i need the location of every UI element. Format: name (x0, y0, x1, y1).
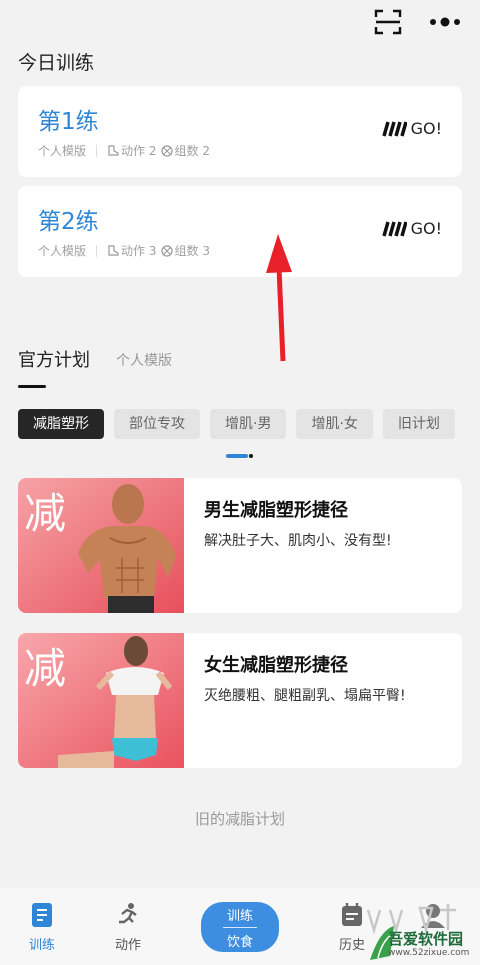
action-value: 3 (148, 243, 157, 258)
action-value: 2 (148, 143, 157, 158)
sets-label: 组数 (174, 144, 199, 158)
nav-action-label: 动作 (114, 938, 141, 953)
tab-personal-templates[interactable]: 个人模版 (116, 350, 172, 372)
shoe-icon (108, 144, 119, 156)
plan-description: 解决肚子大、肌肉小、没有型! (204, 533, 392, 549)
plan-title: 女生减脂塑形捷径 (204, 655, 348, 676)
watermark-url: www.52zixue.com (388, 948, 470, 958)
workout-title: 第1练 (38, 109, 99, 135)
plan-thumbnail-male: 减 (18, 478, 184, 613)
plan-card-female[interactable]: 减 女生减脂塑形捷径 灭绝腰粗、腿粗副乳、塌扁平臀! (18, 633, 462, 768)
workout-meta: 个人模版 动作 3 组数 3 (38, 242, 214, 259)
center-button-bottom: 饮食 (226, 934, 253, 950)
today-training-title: 今日训练 (18, 52, 95, 74)
tab-active-indicator (18, 385, 46, 388)
action-label: 动作 (121, 144, 146, 158)
workout-source: 个人模版 (38, 144, 87, 158)
workout-meta: 个人模版 动作 2 组数 2 (38, 142, 214, 159)
workout-card-1[interactable]: 第1练 个人模版 动作 2 组数 2 GO! (18, 86, 462, 177)
action-count: 动作 2 (107, 142, 157, 159)
document-icon (32, 903, 52, 927)
sets-count: 组数 3 (160, 242, 210, 259)
go-button[interactable]: GO! (381, 219, 442, 238)
tab-official-plans[interactable]: 官方计划 (18, 346, 90, 372)
scan-icon[interactable] (374, 8, 402, 36)
workout-title: 第2练 (38, 209, 99, 235)
category-chips: 减脂塑形 部位专攻 增肌·男 增肌·女 旧计划 (18, 409, 462, 439)
top-bar (0, 0, 480, 44)
sets-label: 组数 (174, 244, 199, 258)
nav-action[interactable]: 动作 (98, 888, 158, 953)
nav-train-diet-button[interactable]: 训练 饮食 (201, 902, 279, 952)
ball-icon (160, 144, 173, 157)
plan-thumb-text: 减 (24, 489, 66, 538)
go-button[interactable]: GO! (381, 119, 442, 138)
go-label: GO! (410, 219, 442, 238)
plan-thumb-text: 减 (24, 644, 66, 693)
more-icon[interactable] (428, 14, 462, 30)
plan-card-male[interactable]: 减 男生减脂塑形捷径 解决肚子大、肌肉小、没有型! (18, 478, 462, 613)
running-icon (119, 903, 137, 924)
workout-card-2[interactable]: 第2练 个人模版 动作 3 组数 3 GO! (18, 186, 462, 277)
nav-train[interactable]: 训练 (12, 888, 72, 953)
ball-icon (160, 244, 173, 257)
chip-muscle-female[interactable]: 增肌·女 (296, 409, 373, 439)
dumbbell-icon (381, 221, 407, 236)
shoe-icon (108, 244, 119, 256)
plan-title: 男生减脂塑形捷径 (204, 500, 348, 521)
workout-source: 个人模版 (38, 244, 87, 258)
nav-train-label: 训练 (28, 938, 55, 953)
sets-value: 2 (202, 143, 210, 158)
action-label: 动作 (121, 244, 146, 258)
go-label: GO! (410, 119, 442, 138)
sets-value: 3 (202, 243, 210, 258)
dumbbell-icon (381, 121, 407, 136)
chip-body-part[interactable]: 部位专攻 (114, 409, 200, 439)
plan-thumbnail-female: 减 (18, 633, 184, 768)
chip-old-plans[interactable]: 旧计划 (382, 409, 455, 439)
action-count: 动作 3 (107, 242, 157, 259)
sets-count: 组数 2 (160, 142, 210, 159)
chip-scroll-indicator (226, 454, 254, 458)
watermark-name: 吾爱软件园 (388, 930, 464, 948)
center-button-top: 训练 (226, 908, 253, 924)
chip-fat-loss[interactable]: 减脂塑形 (18, 409, 104, 439)
plan-description: 灭绝腰粗、腿粗副乳、塌扁平臀! (204, 688, 406, 704)
chip-muscle-male[interactable]: 增肌·男 (210, 409, 287, 439)
old-fat-loss-plans-link[interactable]: 旧的减脂计划 (0, 808, 480, 829)
annotation-arrow-icon (266, 234, 292, 362)
divider (96, 244, 98, 257)
plans-tabs: 官方计划 个人模版 (18, 346, 172, 372)
divider (96, 144, 98, 157)
